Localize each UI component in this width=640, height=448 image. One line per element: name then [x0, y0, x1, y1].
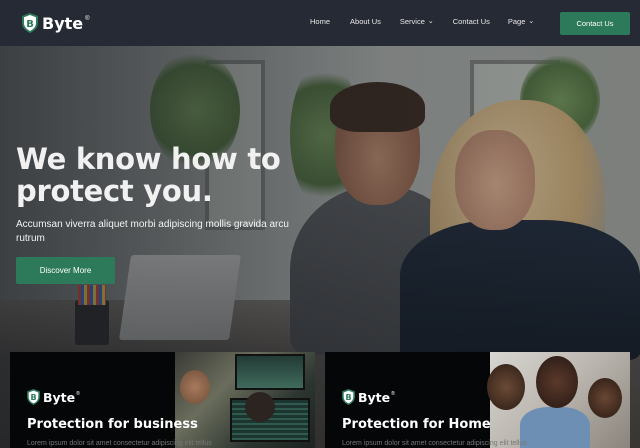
- logo-mark: B: [26, 19, 34, 30]
- card-logo: B Byte ®: [342, 389, 395, 405]
- card-brand-name: Byte: [43, 389, 76, 405]
- card-title: Protection for business: [27, 417, 198, 432]
- hero-title: We know how to protect you.: [16, 143, 316, 207]
- brand-logo[interactable]: B Byte ®: [22, 13, 90, 33]
- person-figure: [588, 378, 622, 418]
- nav-item-label: Service: [399, 17, 425, 26]
- registered-mark: ®: [76, 390, 80, 397]
- nav-item-label: Home: [310, 17, 331, 26]
- chevron-down-icon: ⌄: [427, 17, 434, 25]
- registered-mark: ®: [391, 390, 395, 397]
- main-nav: Home About Us Service ⌄ Contact Us Page …: [310, 17, 534, 26]
- person-figure: [180, 370, 210, 404]
- person-figure: [520, 407, 590, 448]
- card-brand-name: Byte: [358, 389, 391, 405]
- site-header: B Byte ® Home About Us Service ⌄ Contact…: [0, 0, 640, 46]
- logo-mark: B: [30, 393, 36, 402]
- card-title: Protection for Home: [342, 417, 491, 432]
- person-figure: [487, 364, 525, 410]
- nav-item-label: Contact Us: [452, 17, 490, 26]
- shield-logo-icon: B: [22, 13, 38, 33]
- card-text: Lorem ipsum dolor sit amet consectetur a…: [342, 440, 527, 447]
- nav-item-label: About Us: [350, 17, 381, 26]
- card-text: Lorem ipsum dolor sit amet consectetur a…: [27, 440, 212, 447]
- monitor: [235, 354, 305, 390]
- nav-item-about-us[interactable]: About Us: [350, 17, 381, 26]
- nav-item-page[interactable]: Page ⌄: [508, 17, 534, 26]
- person-figure: [245, 392, 275, 422]
- card-image: [487, 352, 630, 448]
- chevron-down-icon: ⌄: [528, 17, 535, 25]
- service-card-home[interactable]: B Byte ® Protection for Home Lorem ipsum…: [325, 352, 630, 448]
- nav-item-label: Page: [507, 17, 526, 26]
- card-logo: B Byte ®: [27, 389, 80, 405]
- brand-name: Byte: [42, 13, 84, 33]
- person-figure: [536, 356, 578, 408]
- nav-item-contact-us[interactable]: Contact Us: [453, 17, 490, 26]
- shield-logo-icon: B: [342, 389, 355, 405]
- contact-us-button[interactable]: Contact Us: [560, 12, 630, 35]
- service-card-business[interactable]: B Byte ® Protection for business Lorem i…: [10, 352, 315, 448]
- logo-mark: B: [345, 393, 351, 402]
- hero-title-line: We know how to: [16, 142, 281, 176]
- nav-item-home[interactable]: Home: [310, 17, 330, 26]
- card-image: [175, 352, 315, 448]
- discover-more-button[interactable]: Discover More: [16, 257, 115, 284]
- registered-mark: ®: [85, 16, 90, 22]
- hero-title-line: protect you.: [16, 174, 213, 208]
- shield-logo-icon: B: [27, 389, 40, 405]
- hero-subtitle: Accumsan viverra aliquet morbi adipiscin…: [16, 219, 289, 244]
- nav-item-service[interactable]: Service ⌄: [400, 17, 434, 26]
